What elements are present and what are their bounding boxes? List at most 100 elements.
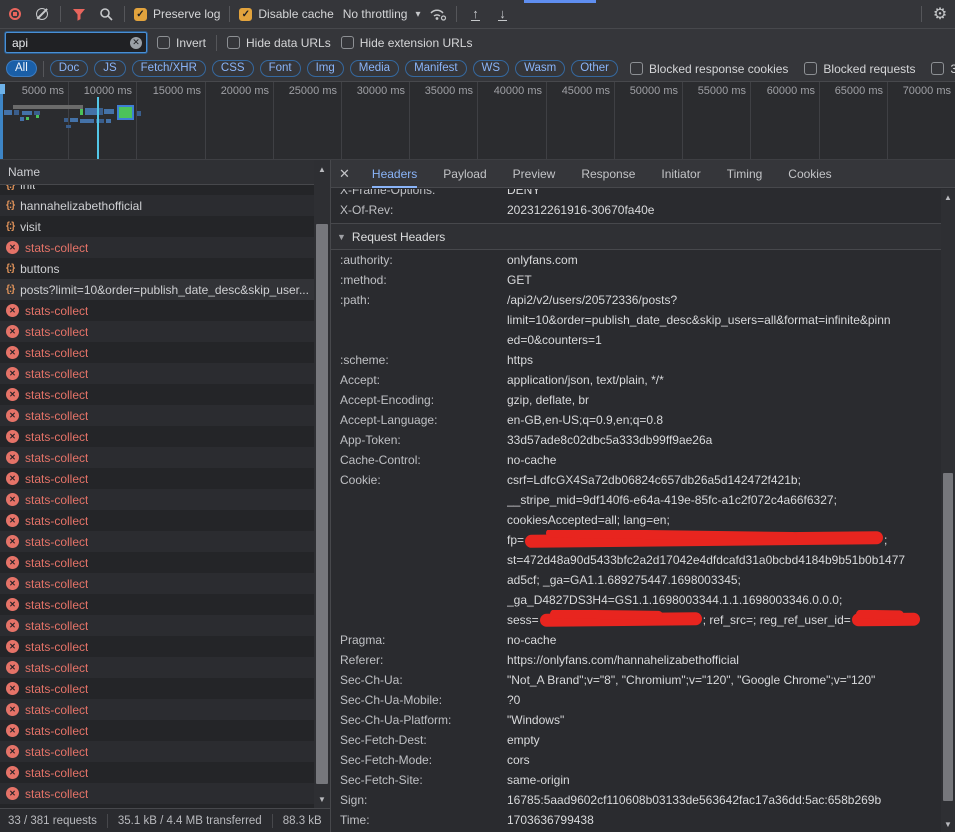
checkbox[interactable]: [931, 62, 944, 75]
timeline-tick-label: 5000 ms: [0, 85, 64, 97]
tab-preview[interactable]: Preview: [513, 160, 556, 188]
network-overview-timeline[interactable]: 5000 ms10000 ms15000 ms20000 ms25000 ms3…: [0, 82, 955, 160]
request-row-stats-collect[interactable]: ✕stats-collect: [0, 489, 330, 510]
request-row-stats-collect[interactable]: ✕stats-collect: [0, 741, 330, 762]
type-filter-doc[interactable]: Doc: [50, 60, 88, 77]
request-name: stats-collect: [25, 472, 88, 486]
clear-filter-icon[interactable]: ✕: [130, 37, 142, 49]
export-har-icon[interactable]: ↓: [493, 5, 511, 23]
type-filter-css[interactable]: CSS: [212, 60, 254, 77]
type-filter-media[interactable]: Media: [350, 60, 399, 77]
blocked-requests-toggle[interactable]: Blocked requests: [804, 62, 915, 76]
close-icon[interactable]: ✕: [339, 166, 350, 182]
request-row-stats-collect[interactable]: ✕stats-collect: [0, 762, 330, 783]
request-row-stats-collect[interactable]: ✕stats-collect: [0, 426, 330, 447]
blocked-response-cookies-toggle[interactable]: Blocked response cookies: [630, 62, 788, 76]
type-filter-img[interactable]: Img: [307, 60, 344, 77]
network-conditions-icon[interactable]: [429, 5, 447, 23]
scroll-down-icon[interactable]: ▼: [941, 820, 955, 829]
request-row-stats-collect[interactable]: ✕stats-collect: [0, 594, 330, 615]
request-row-stats-collect[interactable]: ✕stats-collect: [0, 678, 330, 699]
scroll-down-icon[interactable]: ▼: [314, 795, 330, 804]
header-row: Sec-Ch-Ua:"Not_A Brand";v="8", "Chromium…: [331, 670, 941, 690]
request-row-stats-collect[interactable]: ✕stats-collect: [0, 615, 330, 636]
details-scrollbar[interactable]: ▲ ▼: [941, 189, 955, 832]
checkbox[interactable]: [804, 62, 817, 75]
request-row-stats-collect[interactable]: ✕stats-collect: [0, 447, 330, 468]
filter-input[interactable]: api ✕: [5, 32, 147, 53]
request-row-stats-collect[interactable]: ✕stats-collect: [0, 657, 330, 678]
request-name: stats-collect: [25, 451, 88, 465]
request-row-posts[interactable]: {:}posts?limit=10&order=publish_date_des…: [0, 279, 330, 300]
request-row-stats-collect[interactable]: ✕stats-collect: [0, 405, 330, 426]
settings-gear-icon[interactable]: ⚙: [931, 5, 949, 23]
request-row-hannahelizabethofficial[interactable]: {:}hannahelizabethofficial: [0, 195, 330, 216]
import-har-icon[interactable]: ↑: [466, 5, 484, 23]
request-row-stats-collect[interactable]: ✕stats-collect: [0, 552, 330, 573]
request-row-stats-collect[interactable]: ✕stats-collect: [0, 699, 330, 720]
record-network-log-button[interactable]: [6, 5, 24, 23]
request-row-stats-collect[interactable]: ✕stats-collect: [0, 342, 330, 363]
hide-extension-urls-toggle[interactable]: Hide extension URLs: [341, 36, 473, 50]
throttling-dropdown[interactable]: No throttling ▾: [343, 7, 421, 21]
hide-data-urls-checkbox[interactable]: [227, 36, 240, 49]
name-column-header[interactable]: Name: [0, 160, 330, 185]
request-row-stats-collect[interactable]: ✕stats-collect: [0, 300, 330, 321]
request-row-stats-collect[interactable]: ✕stats-collect: [0, 363, 330, 384]
type-filter-other[interactable]: Other: [571, 60, 618, 77]
type-filter-manifest[interactable]: Manifest: [405, 60, 466, 77]
scrollbar-thumb[interactable]: [316, 224, 328, 784]
tab-timing[interactable]: Timing: [727, 160, 763, 188]
error-request-icon: ✕: [6, 325, 19, 338]
tab-cookies[interactable]: Cookies: [788, 160, 831, 188]
hide-extension-urls-checkbox[interactable]: [341, 36, 354, 49]
request-row-stats-collect[interactable]: ✕stats-collect: [0, 237, 330, 258]
waterfall-bar: [80, 109, 83, 115]
timeline-playhead-marker[interactable]: [97, 97, 99, 159]
type-filter-font[interactable]: Font: [260, 60, 301, 77]
collapse-triangle-icon[interactable]: ▼: [337, 232, 346, 242]
clear-network-log-button[interactable]: [33, 5, 51, 23]
invert-filter-toggle[interactable]: Invert: [157, 36, 206, 50]
type-filter-fetch-xhr[interactable]: Fetch/XHR: [132, 60, 206, 77]
preserve-log-toggle[interactable]: ✓ Preserve log: [134, 7, 220, 21]
request-row-stats-collect[interactable]: ✕stats-collect: [0, 510, 330, 531]
request-row-stats-collect[interactable]: ✕stats-collect: [0, 468, 330, 489]
request-row-init[interactable]: {:}init: [0, 185, 330, 195]
json-request-icon: {:}: [6, 185, 14, 191]
scroll-up-icon[interactable]: ▲: [314, 165, 330, 174]
request-row-stats-collect[interactable]: ✕stats-collect: [0, 321, 330, 342]
request-row-stats-collect[interactable]: ✕stats-collect: [0, 636, 330, 657]
request-list-scrollbar[interactable]: ▲ ▼: [314, 160, 330, 808]
request-row-stats-collect[interactable]: ✕stats-collect: [0, 720, 330, 741]
tab-initiator[interactable]: Initiator: [661, 160, 700, 188]
request-row-buttons[interactable]: {:}buttons: [0, 258, 330, 279]
preserve-log-checkbox[interactable]: ✓: [134, 8, 147, 21]
tab-headers[interactable]: Headers: [372, 160, 417, 188]
request-row-visit[interactable]: {:}visit: [0, 216, 330, 237]
filter-input-value[interactable]: api: [12, 36, 126, 50]
hide-data-urls-toggle[interactable]: Hide data URLs: [227, 36, 331, 50]
disable-cache-checkbox[interactable]: ✓: [239, 8, 252, 21]
tab-response[interactable]: Response: [581, 160, 635, 188]
request-row-stats-collect[interactable]: ✕stats-collect: [0, 783, 330, 804]
request-headers-section-header[interactable]: ▼ Request Headers: [331, 224, 941, 250]
scroll-up-icon[interactable]: ▲: [941, 193, 955, 202]
header-key: Sec-Fetch-Site:: [331, 770, 507, 790]
request-row-stats-collect[interactable]: ✕stats-collect: [0, 384, 330, 405]
tab-payload[interactable]: Payload: [443, 160, 486, 188]
scrollbar-thumb[interactable]: [943, 473, 953, 801]
request-row-stats-collect[interactable]: ✕stats-collect: [0, 573, 330, 594]
filter-icon[interactable]: [70, 5, 88, 23]
checkbox[interactable]: [630, 62, 643, 75]
type-filter-js[interactable]: JS: [94, 60, 125, 77]
type-filter-all[interactable]: All: [6, 60, 37, 77]
invert-checkbox[interactable]: [157, 36, 170, 49]
type-filter-wasm[interactable]: Wasm: [515, 60, 565, 77]
type-filter-ws[interactable]: WS: [473, 60, 510, 77]
3rd-party-requests-toggle[interactable]: 3rd-party requests: [931, 62, 955, 76]
search-icon[interactable]: [97, 5, 115, 23]
disable-cache-toggle[interactable]: ✓ Disable cache: [239, 7, 333, 21]
header-value: empty: [507, 730, 941, 750]
request-row-stats-collect[interactable]: ✕stats-collect: [0, 531, 330, 552]
